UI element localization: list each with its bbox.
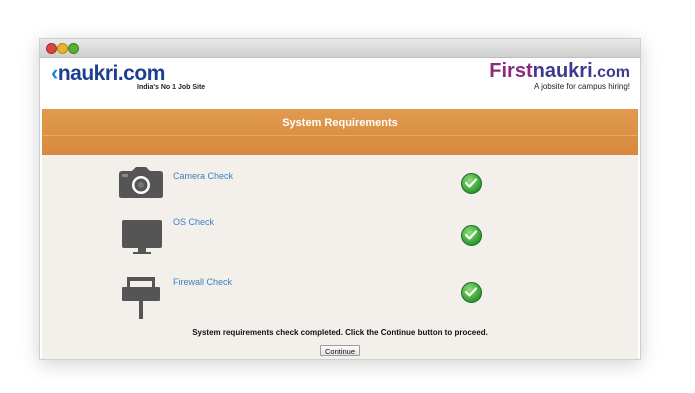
naukri-logo[interactable]: ‹naukri.com India's No 1 Job Site — [51, 60, 205, 92]
check-label-os[interactable]: OS Check — [173, 217, 214, 227]
check-label-camera[interactable]: Camera Check — [173, 171, 233, 181]
firewall-icon — [122, 277, 162, 324]
firstnaukri-logo-text: Firstnaukri.com — [489, 60, 630, 82]
check-row-os: OS Check — [42, 217, 638, 267]
check-row-camera: Camera Check — [42, 167, 638, 217]
naukri-logo-text: ‹naukri.com — [51, 60, 165, 85]
zoom-window-button[interactable] — [68, 43, 79, 54]
section-header: System Requirements — [42, 109, 638, 155]
check-passed-icon — [461, 282, 482, 303]
check-passed-icon — [461, 225, 482, 246]
status-message: System requirements check completed. Cli… — [192, 328, 488, 337]
page-header: ‹naukri.com India's No 1 Job Site Firstn… — [40, 58, 640, 106]
requirements-panel: Camera Check OS Check Firewall Check Sys… — [42, 155, 638, 359]
minimize-window-button[interactable] — [57, 43, 68, 54]
camera-icon — [118, 167, 164, 204]
check-row-firewall: Firewall Check — [42, 277, 638, 327]
continue-button[interactable]: Continue — [320, 345, 361, 356]
section-title: System Requirements — [282, 117, 398, 129]
section-divider — [42, 135, 638, 136]
browser-window: ‹naukri.com India's No 1 Job Site Firstn… — [39, 38, 641, 360]
monitor-icon — [121, 219, 163, 260]
firstnaukri-logo[interactable]: Firstnaukri.com A jobsite for campus hir… — [489, 60, 630, 91]
close-window-button[interactable] — [46, 43, 57, 54]
naukri-tagline: India's No 1 Job Site — [137, 84, 206, 91]
swoosh-icon: ‹ — [51, 60, 58, 85]
check-passed-icon — [461, 173, 482, 194]
check-label-firewall[interactable]: Firewall Check — [173, 277, 232, 287]
title-bar — [40, 39, 640, 58]
